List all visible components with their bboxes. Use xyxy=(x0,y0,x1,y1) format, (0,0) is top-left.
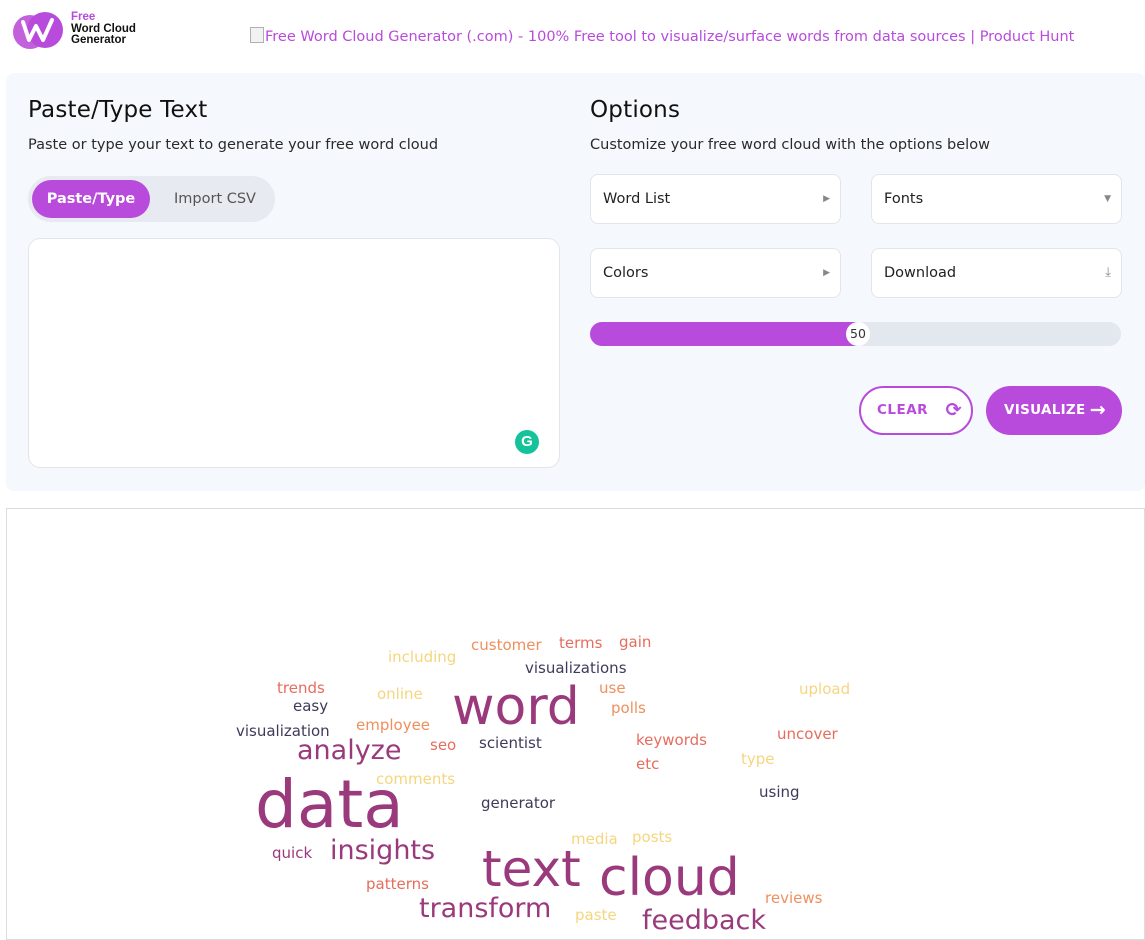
input-mode-toggle: Paste/Type Import CSV xyxy=(28,176,275,222)
cloud-word: including xyxy=(388,648,457,666)
cloud-word: posts xyxy=(632,828,673,846)
cloud-word: terms xyxy=(559,634,603,652)
options-subtitle: Customize your free word cloud with the … xyxy=(590,137,990,153)
word-cloud-canvas: data word text cloud analyze insights transfor… xyxy=(6,508,1145,940)
colors-label: Colors xyxy=(603,265,649,281)
cloud-word: polls xyxy=(611,699,646,717)
cloud-word: gain xyxy=(619,633,652,651)
colors-dropdown[interactable]: Colors ▶ xyxy=(590,248,841,298)
cloud-word: cloud xyxy=(599,848,740,908)
cloud-word: upload xyxy=(799,680,851,698)
cloud-word: etc xyxy=(636,755,660,773)
cloud-word: reviews xyxy=(765,889,823,907)
logo-w-icon xyxy=(13,12,63,49)
fonts-label: Fonts xyxy=(884,191,924,207)
arrow-right-icon: → xyxy=(1089,399,1106,421)
cloud-word: using xyxy=(759,783,800,801)
cloud-word: employee xyxy=(356,716,431,734)
word-list-label: Word List xyxy=(603,191,671,207)
slider-thumb[interactable]: 50 xyxy=(846,322,870,346)
cloud-word: paste xyxy=(575,906,617,924)
cloud-word: use xyxy=(599,679,626,697)
cloud-word: transform xyxy=(419,893,552,924)
options-title: Options xyxy=(590,97,681,123)
refresh-icon: ⟳ xyxy=(945,399,962,421)
paste-type-title: Paste/Type Text xyxy=(28,97,208,123)
cloud-word: visualization xyxy=(236,722,330,740)
cloud-word: comments xyxy=(376,770,456,788)
cloud-word: online xyxy=(377,685,423,703)
cloud-word: trends xyxy=(277,679,325,697)
cloud-word: visualizations xyxy=(525,659,627,677)
word-count-slider[interactable]: 50 xyxy=(590,322,1121,346)
cloud-word: feedback xyxy=(642,905,767,936)
cloud-word: insights xyxy=(330,835,436,866)
header: Free Word Cloud Generator Free Word Clou… xyxy=(0,0,1145,70)
logo-name-line2: Generator xyxy=(71,34,126,46)
logo-free-label: Free xyxy=(71,11,96,23)
tab-paste-type[interactable]: Paste/Type xyxy=(32,180,150,218)
caret-down-icon: ▼ xyxy=(1104,194,1111,204)
cloud-word: analyze xyxy=(297,735,402,766)
cloud-word: seo xyxy=(430,736,457,754)
download-icon: ⤓ xyxy=(1105,265,1111,280)
visualize-button-label: VISUALIZE xyxy=(1004,402,1086,418)
cloud-word: scientist xyxy=(479,734,542,752)
cloud-word: generator xyxy=(481,794,556,812)
cloud-word: word xyxy=(452,677,580,737)
grammarly-icon[interactable]: G xyxy=(515,430,539,454)
visualize-button[interactable]: VISUALIZE → xyxy=(986,386,1122,435)
download-label: Download xyxy=(884,265,957,281)
text-input-area[interactable] xyxy=(28,238,560,468)
generator-panel: Paste/Type Text Paste or type your text … xyxy=(6,73,1145,491)
broken-image-icon xyxy=(250,27,264,43)
cloud-word: quick xyxy=(272,844,313,862)
product-hunt-badge-alt-text: Free Word Cloud Generator (.com) - 100% … xyxy=(265,29,1075,45)
slider-fill xyxy=(590,322,858,346)
paste-type-subtitle: Paste or type your text to generate your… xyxy=(28,137,439,153)
clear-button[interactable]: CLEAR ⟳ xyxy=(859,386,973,435)
word-list-dropdown[interactable]: Word List ▶ xyxy=(590,174,841,224)
cloud-word: text xyxy=(482,840,581,898)
fonts-dropdown[interactable]: Fonts ▼ xyxy=(871,174,1122,224)
cloud-word: type xyxy=(741,750,775,768)
download-dropdown[interactable]: Download ⤓ xyxy=(871,248,1122,298)
cloud-word: customer xyxy=(471,636,542,654)
caret-right-icon: ▶ xyxy=(823,268,830,278)
site-logo[interactable]: Free Word Cloud Generator xyxy=(12,10,152,50)
cloud-word: keywords xyxy=(636,731,707,749)
caret-right-icon: ▶ xyxy=(823,194,830,204)
cloud-word: easy xyxy=(293,697,329,715)
product-hunt-badge-link[interactable]: Free Word Cloud Generator (.com) - 100% … xyxy=(250,27,1074,45)
cloud-word: uncover xyxy=(777,725,838,743)
tab-import-csv[interactable]: Import CSV xyxy=(156,180,274,218)
clear-button-label: CLEAR xyxy=(877,402,929,418)
cloud-word: patterns xyxy=(366,875,429,893)
cloud-word: media xyxy=(571,830,618,848)
logo-text: Free Word Cloud Generator xyxy=(71,11,136,47)
